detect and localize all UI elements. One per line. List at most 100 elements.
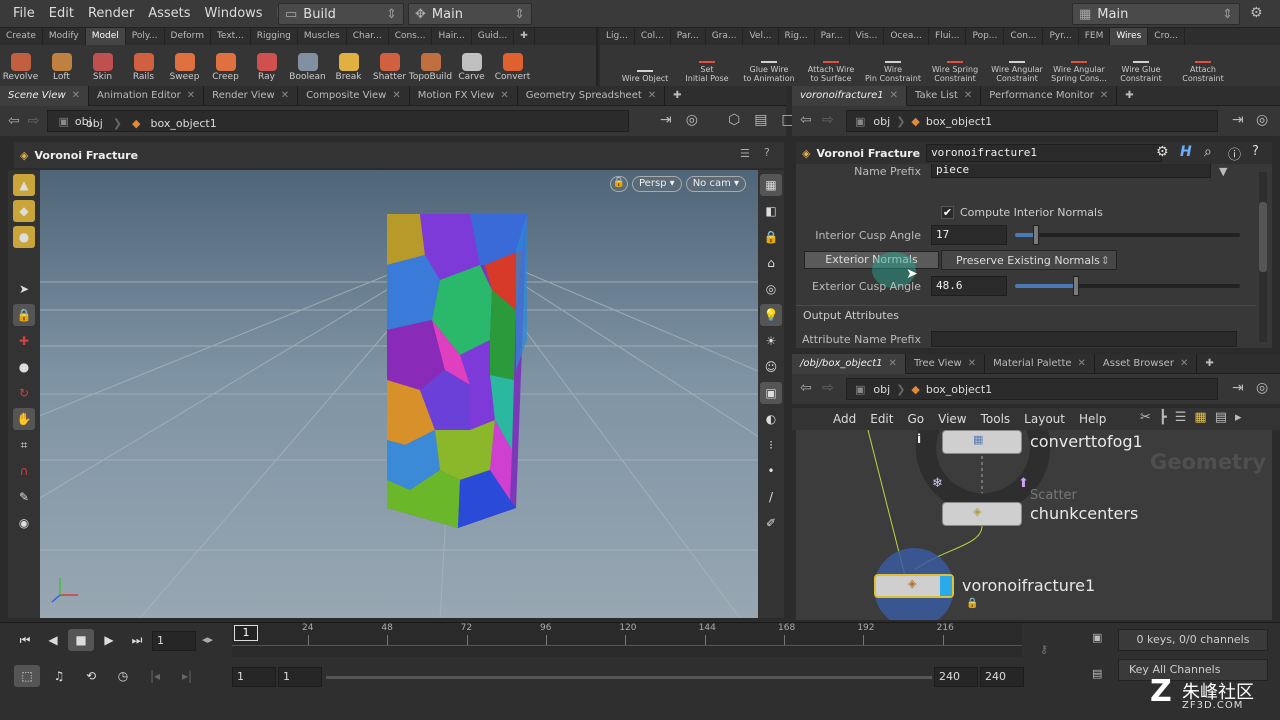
name-prefix-field[interactable]: piece (931, 164, 1211, 178)
tab-tree-view[interactable]: Tree View ✕ (906, 353, 986, 374)
tool-rails[interactable]: Rails (123, 45, 164, 86)
menu-render[interactable]: Render (81, 0, 141, 28)
display-options-icon[interactable]: ▦ (760, 174, 782, 196)
breadcrumb-object-label[interactable]: box_object1 (150, 117, 216, 130)
breadcrumb-object-label[interactable]: box_object1 (926, 383, 992, 396)
shelf-tab-par[interactable]: Par... (671, 28, 706, 45)
tool-ray[interactable]: Ray (246, 45, 287, 86)
gear-icon[interactable]: ⚙ (1156, 144, 1169, 160)
pin-icon[interactable]: ⇥ (660, 112, 672, 128)
forward-arrow-icon[interactable]: ⇨ (822, 112, 834, 128)
forward-arrow-icon[interactable]: ⇨ (822, 380, 834, 396)
network-menu-tools[interactable]: Tools (976, 412, 1016, 426)
add-tab-icon[interactable]: ✚ (1117, 86, 1141, 106)
magnet-icon[interactable]: ∩ (13, 460, 35, 482)
key-channels-icon[interactable]: ▤ (1092, 667, 1102, 680)
shelf-tab-wires[interactable]: Wires (1110, 28, 1149, 45)
close-icon[interactable]: ✕ (964, 90, 972, 101)
visibility-icon[interactable]: ◐ (760, 408, 782, 430)
key-icon[interactable]: ⚷ (1040, 643, 1048, 656)
tool-wire-angular-constraint[interactable]: Wire Angular Constraint (986, 45, 1048, 86)
tool-boolean[interactable]: Boolean (287, 45, 328, 86)
rotate-icon[interactable]: ↻ (13, 382, 35, 404)
menu-edit[interactable]: Edit (42, 0, 81, 28)
tab-animation-editor[interactable]: Animation Editor ✕ (89, 85, 205, 106)
tool-convert[interactable]: Convert (492, 45, 533, 86)
help-h-icon[interactable]: H (1180, 144, 1192, 160)
range-end-field[interactable]: 240 (934, 667, 978, 687)
tool-set-initial-pose[interactable]: Set Initial Pose (676, 45, 738, 86)
tool-wire-pin-constraint[interactable]: Wire Pin Constraint (862, 45, 924, 86)
breadcrumb[interactable]: ▣ obj ❯ ◆ box_object1 (846, 378, 1218, 400)
person-icon[interactable]: ☺ (760, 356, 782, 378)
tool-glue-wire-to-animation[interactable]: Glue Wire to Animation (738, 45, 800, 86)
menu-windows[interactable]: Windows (198, 0, 270, 28)
add-tab-icon[interactable]: ✚ (1197, 354, 1221, 374)
network-menu-help[interactable]: Help (1074, 412, 1111, 426)
tab-obj-box-object1[interactable]: /obj/box_object1 ✕ (792, 353, 906, 374)
snapshot-icon[interactable]: ◧ (760, 200, 782, 222)
tool-loft[interactable]: Loft (41, 45, 82, 86)
link-icon[interactable]: ◎ (1256, 380, 1268, 396)
tree-icon[interactable]: ┣ (1159, 410, 1167, 425)
close-icon[interactable]: ✕ (1180, 358, 1188, 369)
shelf-tab-vel[interactable]: Vel... (743, 28, 779, 45)
gear-icon[interactable]: ⚙ (1250, 5, 1263, 21)
network-menu-edit[interactable]: Edit (865, 412, 898, 426)
breadcrumb-obj-label[interactable]: obj (873, 383, 890, 396)
link-icon[interactable]: ◎ (686, 112, 698, 128)
jump-end-icon[interactable]: ⏭ (124, 629, 150, 651)
handle-icon[interactable]: ✚ (13, 330, 35, 352)
breadcrumb-obj-label[interactable]: obj (873, 115, 890, 128)
display-flag[interactable] (940, 576, 952, 596)
shelf-tab-modify[interactable]: Modify (43, 28, 86, 45)
lock-icon[interactable]: 🔒 (966, 598, 978, 609)
lock-camera-icon[interactable]: 🔒 (610, 176, 628, 192)
node-converttofog-label[interactable]: converttofog1 (1030, 432, 1143, 451)
next-key-icon[interactable]: ▸| (174, 665, 200, 687)
range-start2-field[interactable]: 1 (278, 667, 322, 687)
shelf-tab-ocea[interactable]: Ocea... (884, 28, 930, 45)
hierarchy-icon[interactable]: ☰ (740, 147, 750, 160)
breadcrumb[interactable]: ▣ obj ❯ ◆ box_object1 (846, 110, 1218, 132)
tool-wire-angular-spring-cons[interactable]: Wire Angular Spring Cons... (1048, 45, 1110, 86)
shelf-tab-create[interactable]: Create (0, 28, 43, 45)
breadcrumb-obj-label[interactable]: obj (86, 117, 103, 130)
grid-icon[interactable]: ▦ (1194, 410, 1206, 425)
exterior-normals-menu[interactable]: Preserve Existing Normals ⇕ (941, 250, 1117, 270)
context-select[interactable]: ✥ Main ⇕ (408, 3, 532, 25)
prev-key-icon[interactable]: |◂ (142, 665, 168, 687)
shelf-tab-pyr[interactable]: Pyr... (1043, 28, 1079, 45)
pin-icon[interactable]: ⇥ (1232, 112, 1244, 128)
network-editor[interactable]: Geometry i ❄ ⬆ ▦ converttofog1 ◈ Scatter… (796, 430, 1272, 620)
tool-shatter[interactable]: Shatter (369, 45, 410, 86)
tab-render-view[interactable]: Render View ✕ (204, 85, 299, 106)
shelf-tab-lig[interactable]: Lig... (600, 28, 635, 45)
shelf-tab-char[interactable]: Char... (347, 28, 389, 45)
close-icon[interactable]: ✕ (889, 358, 897, 369)
tools-icon[interactable]: ✂ (1140, 410, 1151, 425)
network-menu-layout[interactable]: Layout (1019, 412, 1070, 426)
keyframe-icon[interactable]: ⬚ (14, 665, 40, 687)
shelf-tab-vis[interactable]: Vis... (850, 28, 885, 45)
search-icon[interactable]: ⌕ (1204, 144, 1212, 160)
back-arrow-icon[interactable]: ⇦ (800, 112, 812, 128)
forward-arrow-icon[interactable]: ⇨ (28, 113, 40, 129)
shelf-tab-poly[interactable]: Poly... (126, 28, 165, 45)
shelf-tab-cons[interactable]: Cons... (389, 28, 433, 45)
breadcrumb-object-label[interactable]: box_object1 (926, 115, 992, 128)
pointer-icon[interactable]: ➤ (13, 278, 35, 300)
tool-topobuild[interactable]: TopoBuild (409, 45, 452, 86)
display-icon[interactable]: ▤ (754, 112, 767, 128)
sculpt-icon[interactable]: ✐ (760, 512, 782, 534)
cube-icon[interactable]: ⬡ (728, 112, 740, 128)
view-icon[interactable]: ◉ (13, 512, 35, 534)
shelf-tab-guid[interactable]: Guid... (472, 28, 515, 45)
menu-file[interactable]: File (6, 0, 42, 28)
node-voronoifracture[interactable]: ◈ (874, 574, 954, 598)
shelf-tab-cro[interactable]: Cro... (1148, 28, 1185, 45)
loop-icon[interactable]: ⟲ (78, 665, 104, 687)
close-icon[interactable]: ✕ (1078, 358, 1086, 369)
close-icon[interactable]: ✕ (648, 90, 656, 101)
play-icon[interactable]: ▶ (96, 629, 122, 651)
